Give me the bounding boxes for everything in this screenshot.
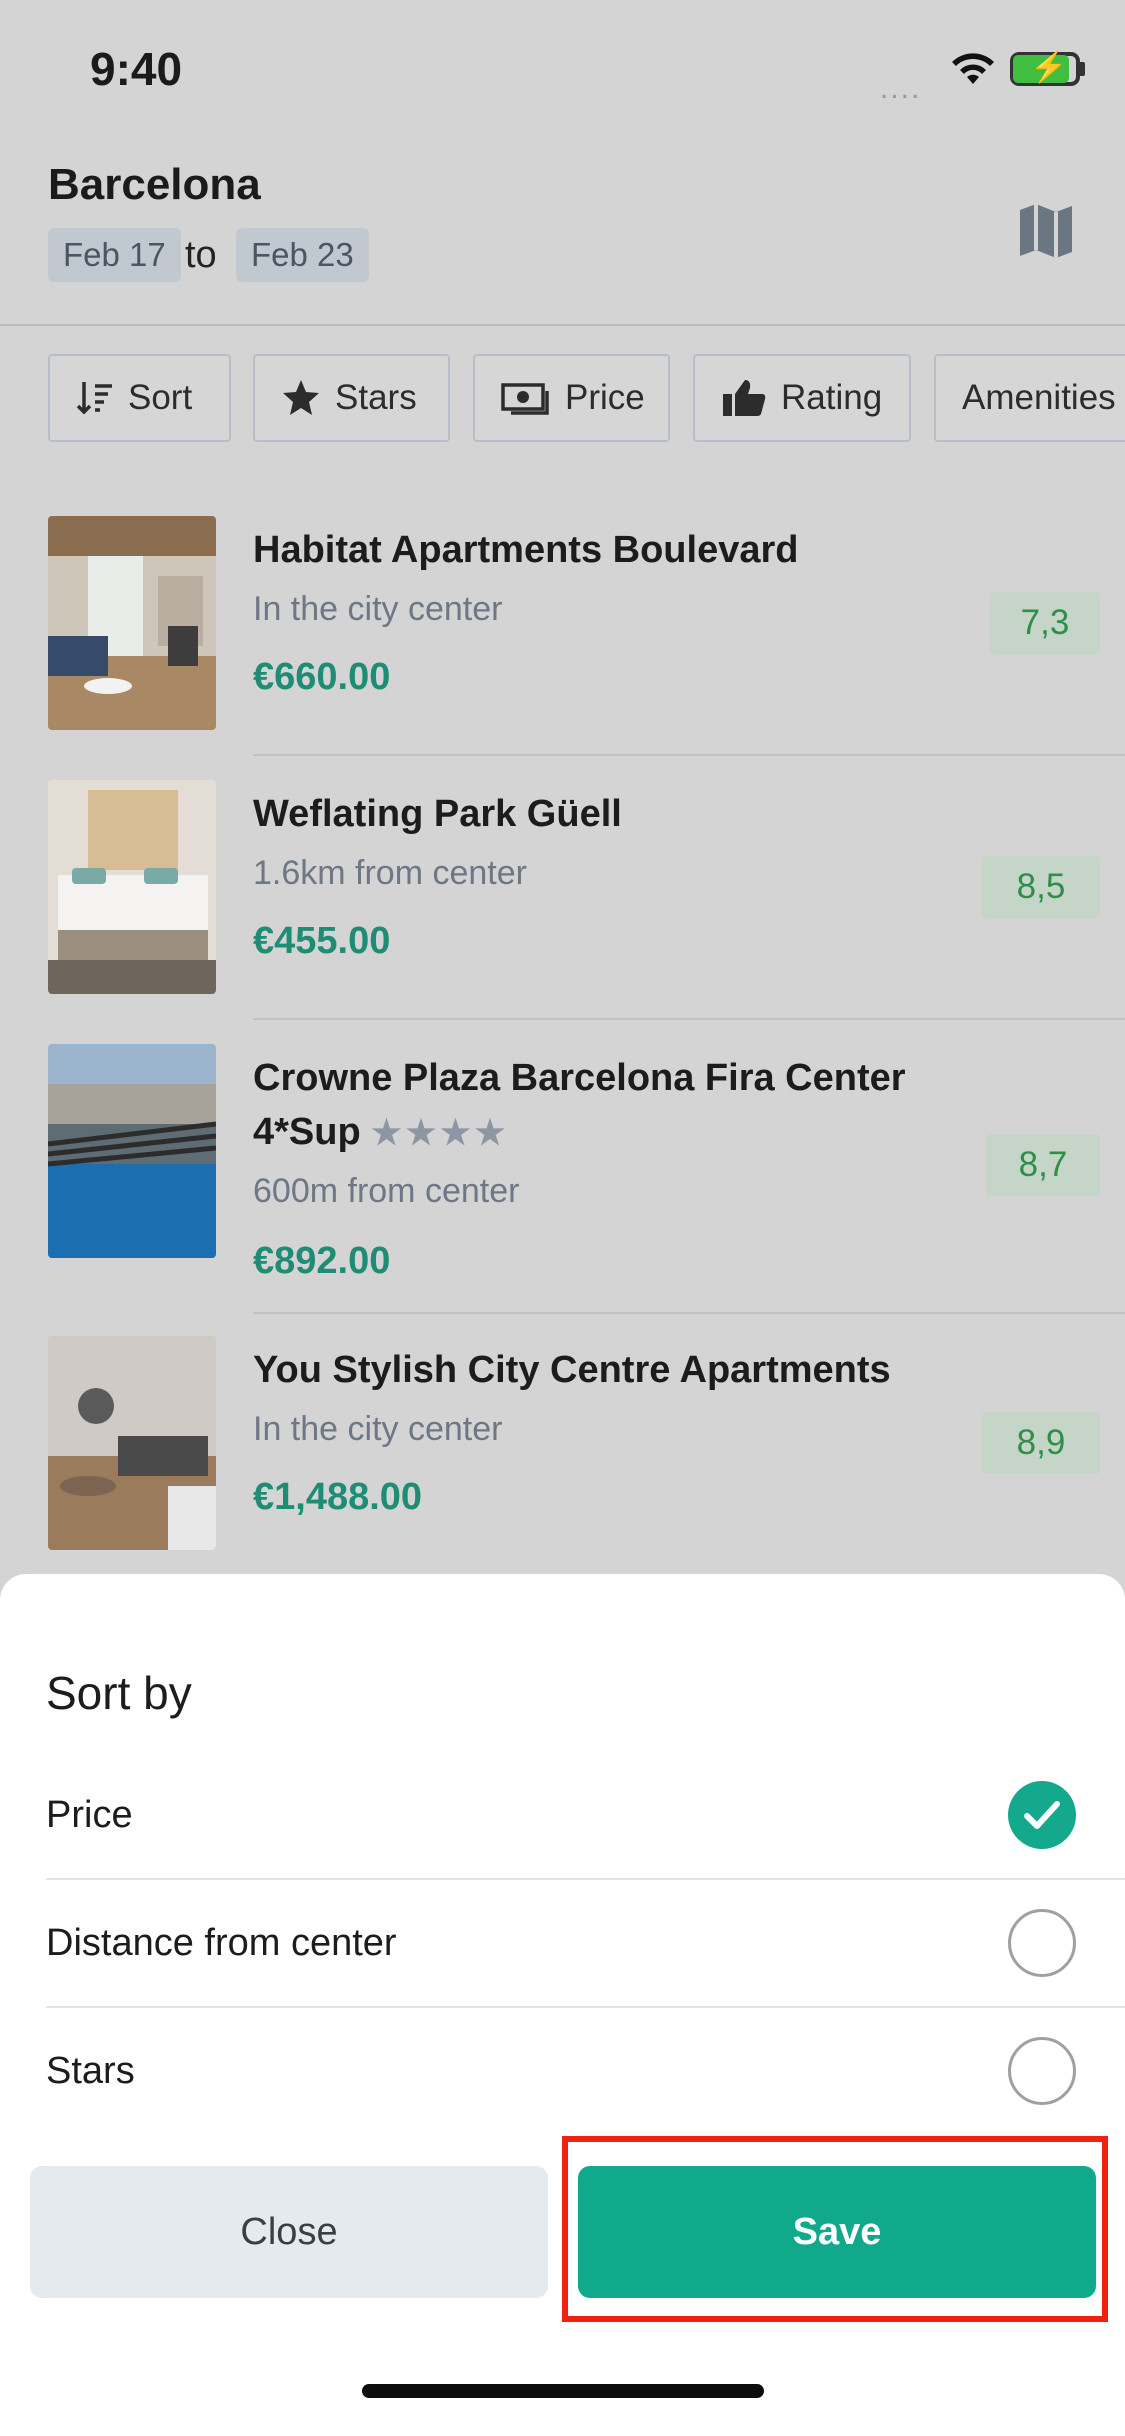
row-divider	[253, 754, 1125, 756]
hotel-price: €660.00	[253, 656, 391, 698]
filter-rating-button[interactable]: Rating	[693, 354, 911, 442]
sort-icon	[76, 382, 112, 415]
hotel-location: In the city center	[253, 590, 503, 628]
hotel-name: Weflating Park Güell	[253, 793, 622, 835]
hotel-name: You Stylish City Centre Apartments	[253, 1349, 891, 1391]
row-divider	[253, 1018, 1125, 1020]
hotel-photo	[48, 516, 216, 730]
header-divider	[0, 324, 1125, 326]
sort-option-label: Price	[46, 1794, 133, 1836]
charging-bolt-icon: ⚡	[1030, 51, 1068, 84]
date-separator: to	[185, 234, 217, 276]
filter-stars-button[interactable]: Stars	[253, 354, 450, 442]
filter-sort-label: Sort	[128, 378, 193, 417]
filter-price-button[interactable]: Price	[473, 354, 670, 442]
rating-badge: 8,5	[982, 856, 1100, 918]
radio-button[interactable]	[1008, 2037, 1076, 2105]
hotel-price: €1,488.00	[253, 1476, 423, 1518]
check-out-date[interactable]: Feb 23	[236, 228, 369, 282]
check-in-date[interactable]: Feb 17	[48, 228, 181, 282]
hotel-name-line1: Crowne Plaza Barcelona Fira Center	[253, 1057, 906, 1099]
hotel-price: €892.00	[253, 1240, 391, 1282]
sort-option-price[interactable]: Price	[0, 1754, 1125, 1880]
hotel-name-line2: 4*Sup ★★★★	[253, 1104, 509, 1161]
star-rating-icon: ★★★★	[371, 1114, 510, 1152]
hotel-location: 600m from center	[253, 1172, 520, 1210]
thumbs-up-icon	[723, 380, 766, 416]
sort-option-distance[interactable]: Distance from center	[0, 1882, 1125, 2008]
hotel-class: 4*Sup	[253, 1111, 361, 1153]
city-title: Barcelona	[48, 160, 261, 209]
filter-rating-label: Rating	[781, 378, 883, 417]
battery-tip	[1080, 62, 1085, 76]
hotel-location: In the city center	[253, 1410, 503, 1448]
signal-dots: ....	[880, 72, 922, 105]
sort-bottom-sheet: Sort by Price Distance from center Stars…	[0, 1574, 1125, 2436]
hotel-list-item[interactable]: Weflating Park Güell 1.6km from center €…	[0, 780, 1125, 1020]
star-icon	[283, 380, 319, 415]
save-highlight-box	[562, 2136, 1108, 2322]
hotel-list-item[interactable]: Habitat Apartments Boulevard In the city…	[0, 516, 1125, 756]
checkmark-icon[interactable]	[1008, 1781, 1076, 1849]
home-indicator	[362, 2384, 764, 2398]
hotel-photo	[48, 1336, 216, 1550]
rating-badge: 8,7	[986, 1134, 1100, 1196]
wifi-icon	[952, 53, 994, 84]
radio-button[interactable]	[1008, 1909, 1076, 1977]
sort-option-label: Distance from center	[46, 1922, 397, 1964]
rating-badge: 7,3	[990, 592, 1100, 654]
filter-amenities-button[interactable]: Amenities	[934, 354, 1125, 442]
rating-badge: 8,9	[982, 1412, 1100, 1474]
hotel-list-item[interactable]: Crowne Plaza Barcelona Fira Center 4*Sup…	[0, 1044, 1125, 1314]
filter-sort-button[interactable]: Sort	[48, 354, 231, 442]
row-divider	[253, 1312, 1125, 1314]
hotel-photo	[48, 780, 216, 994]
hotel-name: Habitat Apartments Boulevard	[253, 529, 799, 571]
sheet-title: Sort by	[46, 1667, 192, 1719]
filter-stars-label: Stars	[335, 378, 417, 417]
money-icon	[501, 383, 549, 415]
status-time: 9:40	[90, 43, 183, 95]
sort-option-stars[interactable]: Stars	[0, 2010, 1125, 2136]
status-bar: 9:40 .... ⚡	[0, 0, 1125, 140]
filter-price-label: Price	[565, 378, 645, 417]
sort-option-label: Stars	[46, 2050, 135, 2092]
option-divider	[46, 1878, 1125, 1880]
hotel-price: €455.00	[253, 920, 391, 962]
hotel-location: 1.6km from center	[253, 854, 527, 892]
hotel-photo	[48, 1044, 216, 1258]
option-divider	[46, 2006, 1125, 2008]
close-button[interactable]: Close	[30, 2166, 548, 2298]
hotel-list-item[interactable]: You Stylish City Centre Apartments In th…	[0, 1336, 1125, 1556]
filter-amenities-label: Amenities	[962, 378, 1116, 417]
map-icon[interactable]	[1016, 200, 1076, 262]
